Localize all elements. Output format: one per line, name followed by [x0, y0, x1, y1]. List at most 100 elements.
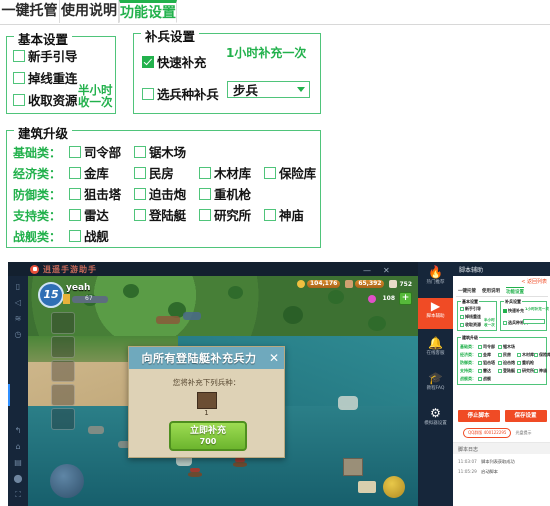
mini-tab-hosting[interactable]: 一键托管	[458, 287, 476, 296]
compass-icon[interactable]	[383, 476, 405, 498]
checkbox-lab[interactable]	[199, 208, 211, 221]
mini-cb-safe[interactable]: 保险库	[534, 352, 550, 358]
mini-checkbox-vault[interactable]	[478, 353, 482, 357]
checkbox-row-lab[interactable]: 研究所	[199, 205, 251, 224]
nav-item-support[interactable]: 🔔 在线客服	[418, 335, 453, 366]
game-side-button-task[interactable]	[51, 360, 75, 382]
back-icon[interactable]: ↰	[13, 426, 23, 436]
tab-function-settings[interactable]: 功能设置	[119, 0, 177, 23]
checkbox-lumber-store[interactable]	[199, 166, 211, 179]
mini-checkbox-warship[interactable]	[478, 377, 482, 381]
checkbox-row-warship[interactable]: 战舰	[69, 226, 109, 245]
modal-close-icon[interactable]: ✕	[269, 351, 279, 365]
game-side-button-army[interactable]	[51, 312, 75, 334]
mini-checkbox-safe[interactable]	[534, 353, 538, 357]
game-side-button-mail[interactable]	[51, 408, 75, 430]
mini-cb-radar[interactable]: 雷达	[478, 368, 491, 374]
checkbox-row-quick-reinforce[interactable]: 快速补充	[142, 52, 206, 71]
checkbox-row-collect-resources[interactable]: 收取资源	[13, 90, 77, 109]
mini-cb-mortar[interactable]: 迫击炮	[498, 360, 515, 366]
mini-checkbox-type[interactable]	[503, 321, 507, 325]
game-bottom-icon-box[interactable]	[343, 458, 363, 476]
mini-cb-landing[interactable]: 登陆艇	[498, 368, 515, 374]
mini-cb-lab[interactable]: 研究所	[517, 368, 534, 374]
mini-checkbox-radar[interactable]	[478, 369, 482, 373]
checkbox-machine-gun[interactable]	[199, 187, 211, 200]
checkbox-row-hq[interactable]: 司令部	[69, 142, 121, 161]
volume-icon[interactable]: ◁	[13, 298, 23, 308]
unit-type-select[interactable]: 步兵	[227, 81, 310, 98]
checkbox-quick-reinforce[interactable]	[142, 55, 154, 68]
mini-cb-house[interactable]: 民房	[498, 352, 511, 358]
book-icon[interactable]	[358, 481, 376, 493]
checkbox-radar[interactable]	[69, 208, 81, 221]
mini-cb-mg[interactable]: 重机枪	[517, 360, 534, 366]
mini-tab-instructions[interactable]: 使用说明	[482, 287, 500, 296]
tab-one-key-hosting[interactable]: 一键托管	[0, 0, 60, 23]
checkbox-row-newbie-guide[interactable]: 新手引导	[13, 46, 77, 65]
checkbox-row-machine-gun[interactable]: 重机枪	[199, 184, 251, 203]
home-icon[interactable]: ⌂	[13, 442, 23, 452]
checkbox-house[interactable]	[134, 166, 146, 179]
checkbox-mortar[interactable]	[134, 187, 146, 200]
nav-item-faq[interactable]: 🎓 教程FAQ	[418, 370, 453, 401]
wifi-icon[interactable]: ≋	[13, 314, 23, 324]
minimize-button[interactable]: —	[363, 266, 371, 275]
nav-item-hot[interactable]: 🔥 热门推荐	[418, 264, 453, 295]
checkbox-reconnect[interactable]	[13, 71, 25, 84]
screenshot-icon[interactable]: ⬤	[13, 474, 23, 484]
game-side-button-friends[interactable]	[51, 384, 75, 406]
fullscreen-icon[interactable]: ⛶	[13, 490, 23, 500]
game-viewport[interactable]: 15 yeah 67 104,176 65,392 752 108 + 向所有登…	[28, 276, 418, 506]
tip-label[interactable]: 光盘提示	[515, 430, 531, 436]
checkbox-row-mortar[interactable]: 迫击炮	[134, 184, 186, 203]
mini-cb-temple[interactable]: 神庙	[534, 368, 547, 374]
phone-icon[interactable]: ▯	[13, 282, 23, 292]
mini-checkbox-row-1[interactable]: 掉线重连	[460, 314, 481, 320]
checkbox-row-sniper-tower[interactable]: 狙击塔	[69, 184, 121, 203]
mini-checkbox-row-0[interactable]: 新手引导	[460, 306, 481, 312]
nav-item-settings[interactable]: ⚙ 模拟器设置	[418, 405, 453, 436]
checkbox-row-safe[interactable]: 保险库	[264, 163, 316, 182]
mini-checkbox-temple[interactable]	[534, 369, 538, 373]
checkbox-sniper-tower[interactable]	[69, 187, 81, 200]
mini-checkbox-house[interactable]	[498, 353, 502, 357]
nav-item-script[interactable]: ▶ 脚本辅助	[418, 298, 453, 329]
mini-checkbox-lab[interactable]	[517, 369, 521, 373]
checkbox-row-vault[interactable]: 金库	[69, 163, 109, 182]
qq-group-button[interactable]: QQ群版 400122295	[463, 428, 512, 438]
mini-checkbox-collect[interactable]	[460, 323, 464, 327]
checkbox-row-unit-type[interactable]: 选兵种补兵	[142, 84, 219, 103]
mini-tab-function[interactable]: 功能设置	[506, 287, 524, 297]
checkbox-row-house[interactable]: 民房	[134, 163, 174, 182]
mini-cb-lumber[interactable]: 木材库	[517, 352, 534, 358]
mini-checkbox-quick[interactable]	[503, 309, 507, 313]
stop-script-button[interactable]: 停止脚本	[457, 410, 500, 422]
game-side-button-base[interactable]	[51, 336, 75, 358]
mini-checkbox-lumber[interactable]	[517, 353, 521, 357]
checkbox-row-radar[interactable]: 雷达	[69, 205, 109, 224]
checkbox-collect-resources[interactable]	[13, 93, 25, 106]
checkbox-row-landing-craft[interactable]: 登陆艇	[134, 205, 186, 224]
back-to-list-link[interactable]: < 返回列表	[521, 278, 547, 285]
mini-cb-sniper[interactable]: 狙击塔	[478, 360, 495, 366]
mini-checkbox-sniper[interactable]	[478, 361, 482, 365]
mini-checkbox-sawmill[interactable]	[498, 345, 502, 349]
checkbox-vault[interactable]	[69, 166, 81, 179]
mini-checkbox-row-quick[interactable]: 快速补充	[503, 308, 524, 314]
checkbox-temple[interactable]	[264, 208, 276, 221]
mini-cb-vault[interactable]: 金库	[478, 352, 491, 358]
checkbox-row-reconnect[interactable]: 掉线重连	[13, 68, 77, 87]
close-button[interactable]: ✕	[383, 266, 390, 275]
checkbox-row-lumber-store[interactable]: 木材库	[199, 163, 251, 182]
mini-cb-sawmill[interactable]: 锯木场	[498, 344, 515, 350]
mini-checkbox-mg[interactable]	[517, 361, 521, 365]
mini-checkbox-reconnect[interactable]	[460, 315, 464, 319]
add-gems-button[interactable]: +	[399, 292, 412, 305]
save-settings-button[interactable]: 保存设置	[504, 410, 547, 422]
checkbox-row-temple[interactable]: 神庙	[264, 205, 304, 224]
builder-hammer-button[interactable]	[50, 464, 84, 498]
checkbox-hq[interactable]	[69, 145, 81, 158]
tab-instructions[interactable]: 使用说明	[60, 0, 119, 23]
keyboard-icon[interactable]: ▤	[13, 458, 23, 468]
